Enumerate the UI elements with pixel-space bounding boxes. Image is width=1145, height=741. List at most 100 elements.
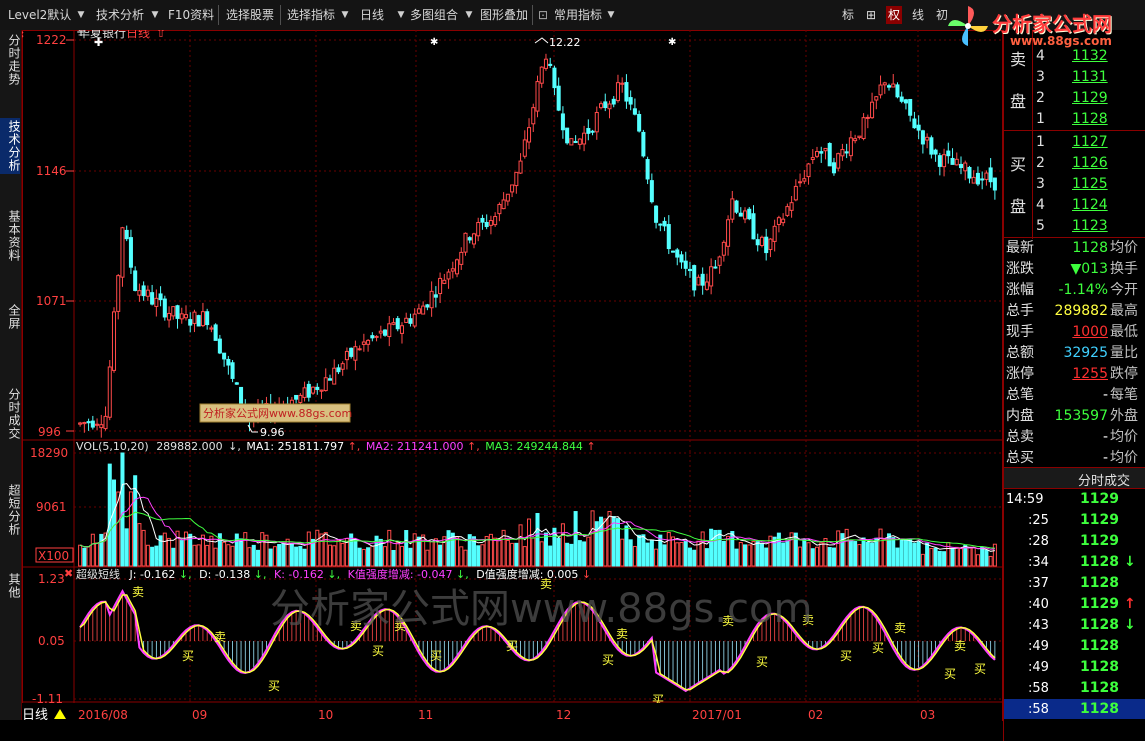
sell-level-row[interactable]: 3 1131	[1004, 67, 1145, 88]
tab-other[interactable]: 其他	[0, 571, 21, 601]
tick-row[interactable]: :37 1128	[1004, 573, 1145, 594]
toolbar-select-stock[interactable]: 选择股票	[224, 6, 276, 24]
lock-icon[interactable]: ⊡	[536, 6, 550, 24]
tick-row[interactable]: :43 1128 ↓	[1004, 615, 1145, 636]
tab-intraday[interactable]: 分时走势	[0, 32, 21, 88]
star-icon: ✱	[430, 37, 438, 48]
order-level: 1	[1036, 111, 1045, 127]
tick-row[interactable]: :28 1129	[1004, 531, 1145, 552]
candle-body	[179, 313, 184, 320]
candle-body	[518, 160, 523, 174]
toolbar-select-indicator[interactable]: 选择指标	[285, 6, 337, 24]
indicator-close-icon[interactable]: ✖	[64, 567, 73, 580]
tick-row[interactable]: :58 1128	[1004, 678, 1145, 699]
chevron-down-icon[interactable]: ▼	[340, 6, 350, 24]
chevron-down-icon[interactable]: ▼	[396, 6, 406, 24]
quote-label: 总笔	[1006, 387, 1034, 403]
candlestick-series	[78, 53, 997, 438]
toolbar-overlay[interactable]: 图形叠加	[478, 6, 530, 24]
candle-body	[692, 265, 697, 291]
volume-bar	[294, 546, 299, 567]
tick-time: :34	[1028, 555, 1049, 570]
low-label: 9.96	[260, 426, 285, 439]
tick-price: 1128	[1080, 554, 1119, 570]
candle-body	[671, 250, 676, 253]
toolbar-common-indicator[interactable]: 常用指标	[552, 6, 604, 24]
tick-row[interactable]: :25 1129	[1004, 510, 1145, 531]
volume-bar	[671, 536, 676, 567]
volume-bar	[518, 524, 523, 567]
candle-body	[654, 205, 659, 223]
tab-fullscreen[interactable]: 全屏	[0, 302, 21, 332]
candle-body	[366, 339, 371, 345]
tick-row[interactable]: :34 1128 ↓	[1004, 552, 1145, 573]
candle-body	[696, 276, 701, 286]
buy-level-row[interactable]: 1 1127	[1004, 132, 1145, 153]
volume-bar	[527, 518, 532, 567]
tick-row[interactable]: :49 1128	[1004, 636, 1145, 657]
toolbar-level2-menu[interactable]: Level2默认	[6, 6, 73, 24]
candle-body	[886, 85, 892, 88]
toolbar-mark[interactable]: 标	[840, 6, 856, 24]
tab-ticks[interactable]: 分时成交	[0, 386, 21, 442]
toolbar-multi-chart[interactable]: 多图组合	[408, 6, 460, 24]
buy-level-row[interactable]: 3 1125	[1004, 174, 1145, 195]
toolbar-f10[interactable]: F10资料	[166, 6, 216, 24]
candle-body	[239, 386, 244, 405]
buy-level-row[interactable]: 5 1123	[1004, 216, 1145, 237]
volume-bar	[641, 534, 646, 567]
quote-label-2: 量比	[1110, 345, 1138, 361]
tick-row[interactable]: :49 1128	[1004, 657, 1145, 678]
sell-level-row[interactable]: 2 1129	[1004, 88, 1145, 109]
candle-body	[196, 315, 201, 327]
quote-label-2: 跌停	[1110, 366, 1138, 382]
toolbar-daily[interactable]: 日线	[358, 6, 386, 24]
vol-tick: 9061	[36, 500, 67, 514]
candle-body	[954, 158, 959, 166]
candle-body	[645, 159, 650, 180]
chevron-down-icon[interactable]: ▼	[76, 6, 86, 24]
sell-level-row[interactable]: 1 1128	[1004, 109, 1145, 130]
candle-body	[111, 311, 117, 371]
buy-signal-label: 买	[840, 649, 852, 663]
chevron-down-icon[interactable]: ▼	[606, 6, 616, 24]
grid-icon[interactable]: ⊞	[864, 6, 878, 24]
volume-bar	[543, 532, 548, 567]
buy-level-row[interactable]: 2 1126	[1004, 153, 1145, 174]
volume-bar	[590, 510, 595, 567]
tick-row[interactable]: :40 1129 ↑	[1004, 594, 1145, 615]
candle-body	[798, 181, 803, 184]
volume-bar	[607, 511, 612, 567]
candle-body	[137, 290, 142, 296]
volume-bar	[933, 547, 938, 567]
volume-bar	[510, 542, 515, 567]
tick-row[interactable]: :58 1128	[1004, 699, 1145, 720]
quote-label-2: 最高	[1110, 303, 1138, 319]
period-switch-button[interactable]: 日线	[22, 708, 48, 723]
order-price: 1124	[1072, 197, 1108, 213]
volume-bar	[560, 523, 565, 567]
logo-url: www.88gs.com	[1010, 34, 1112, 48]
volume-bar	[916, 541, 921, 567]
toolbar-tech-analysis[interactable]: 技术分析	[94, 6, 146, 24]
sell-signal-label: 卖	[214, 630, 226, 644]
quote-label: 总手	[1006, 303, 1034, 319]
close-icon[interactable]: ✖	[22, 30, 24, 41]
candle-body	[552, 67, 557, 89]
chart-area[interactable]: 卖卖卖 卖卖卖卖 卖卖卖买买买 买买买买买 买买买买 1222 1146 1071 99…	[22, 30, 1003, 741]
candle-body	[827, 143, 832, 167]
toolbar-line[interactable]: 线	[910, 6, 926, 24]
tab-tech-analysis[interactable]: 技术分析	[0, 118, 21, 174]
toolbar-rights[interactable]: 权	[886, 6, 903, 24]
chevron-down-icon[interactable]: ▼	[464, 6, 474, 24]
tick-row[interactable]: 14:59 1129	[1004, 489, 1145, 510]
volume-bar	[806, 542, 811, 567]
tab-basic-info[interactable]: 基本资料	[0, 208, 21, 264]
candle-body	[353, 346, 358, 361]
chevron-down-icon[interactable]: ▼	[150, 6, 160, 24]
candle-body	[620, 82, 625, 85]
buy-level-row[interactable]: 4 1124	[1004, 195, 1145, 216]
volume-bar	[582, 541, 587, 567]
tab-ultrashort[interactable]: 超短分析	[0, 482, 21, 538]
candle-body	[721, 241, 726, 256]
